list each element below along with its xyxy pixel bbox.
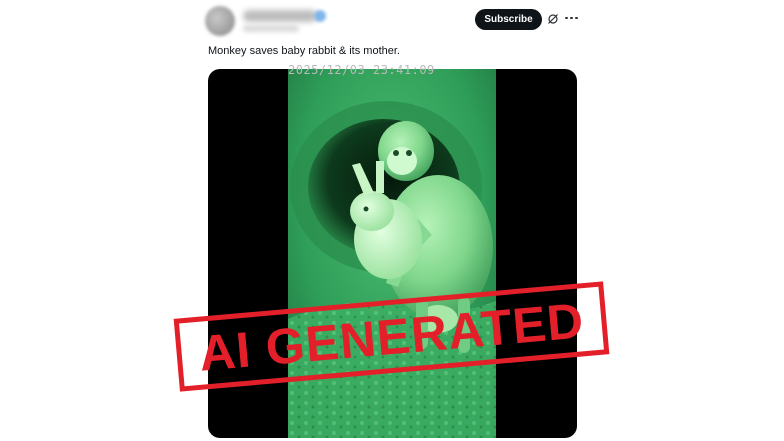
grok-icon[interactable]	[547, 13, 559, 25]
verified-badge-icon	[314, 10, 326, 22]
post-text: Monkey saves baby rabbit & its mother.	[208, 45, 400, 57]
author-name-redacted[interactable]	[243, 10, 317, 22]
dot	[565, 16, 568, 20]
night-vision-video-frame	[288, 69, 496, 438]
more-options-icon[interactable]	[565, 12, 578, 24]
post-card: Subscribe Monkey saves baby rabbit & its…	[0, 0, 784, 441]
author-handle-redacted	[243, 25, 299, 32]
avatar[interactable]	[205, 6, 235, 36]
dot	[575, 16, 578, 20]
night-vision-image	[288, 69, 496, 438]
dot	[570, 16, 573, 20]
subscribe-button[interactable]: Subscribe	[475, 9, 542, 30]
video-timestamp: 2025/12/03 23:41:09	[288, 63, 435, 77]
